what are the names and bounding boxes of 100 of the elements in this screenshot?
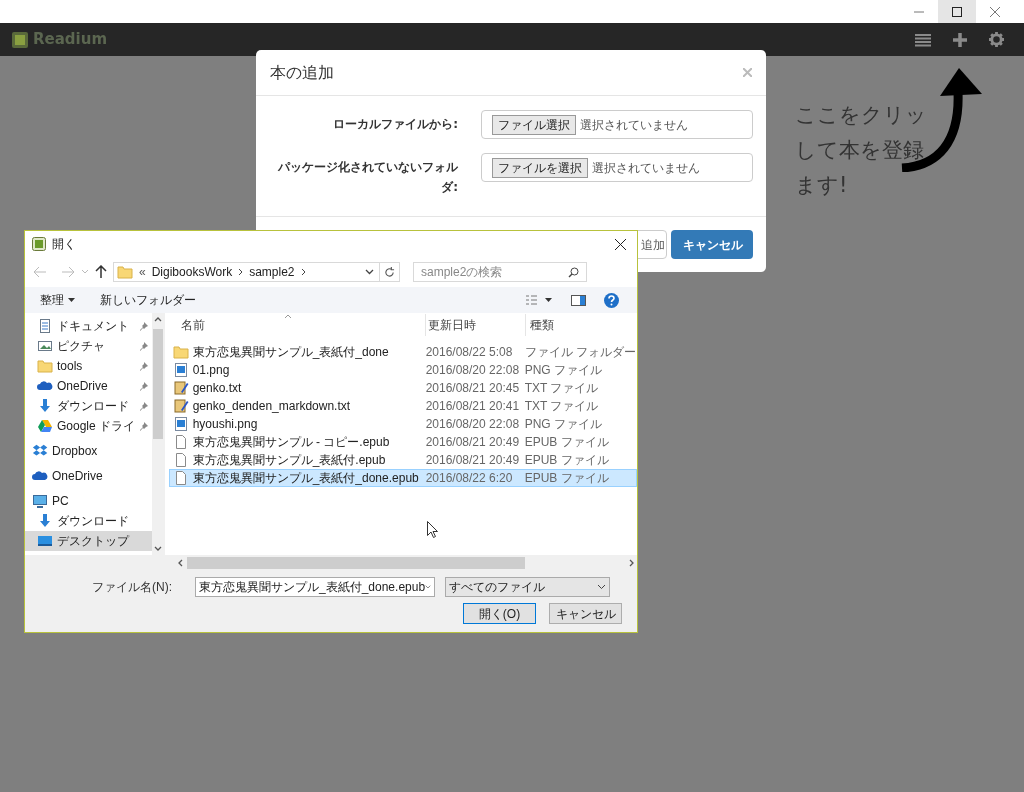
download-icon [37, 513, 53, 529]
file-name: genko_denden_markdown.txt [192, 398, 351, 415]
refresh-icon[interactable] [384, 266, 395, 278]
dropbox-icon [32, 443, 48, 459]
path-prefix: « [139, 264, 146, 281]
file-row[interactable]: 東方恋鬼異聞サンプル - コピー.epub 2016/08/21 20:49 EPUB ファイル [168, 433, 637, 451]
nav-item[interactable]: Google ドライ [25, 416, 152, 436]
horizontal-scrollbar[interactable] [175, 555, 637, 570]
file-date: 2016/08/22 6:20 [425, 470, 514, 487]
nav-item-label: Dropbox [52, 443, 98, 460]
scroll-up-icon[interactable] [154, 317, 163, 322]
file-row[interactable]: 01.png 2016/08/20 22:08 PNG ファイル [168, 361, 637, 379]
maximize-button[interactable] [938, 0, 976, 23]
chevron-down-icon [597, 584, 606, 590]
close-button[interactable] [615, 238, 626, 250]
chevron-right-icon[interactable] [238, 268, 244, 276]
file-type-dropdown[interactable]: すべてのファイル [445, 577, 610, 597]
help-icon[interactable] [604, 292, 619, 308]
annotation-text: して本を登録 [795, 137, 925, 164]
nav-item-label: Google ドライ [57, 418, 136, 435]
pin-icon[interactable] [138, 401, 149, 411]
close-icon [615, 238, 626, 250]
nav-item[interactable]: Dropbox [25, 441, 152, 461]
preview-pane-icon[interactable] [571, 294, 586, 306]
document-icon [37, 318, 53, 334]
column-header[interactable]: 更新日時 [424, 314, 525, 336]
cancel-button[interactable]: キャンセル [549, 603, 622, 624]
scroll-right-icon[interactable] [629, 558, 634, 567]
breadcrumb-link[interactable]: DigibooksWork [151, 263, 233, 281]
chevron-down-icon[interactable] [365, 269, 374, 275]
pin-icon[interactable] [138, 321, 149, 331]
open-button[interactable]: 開く(O) [463, 603, 536, 624]
pin-icon[interactable] [139, 421, 150, 431]
file-type: ファイル フォルダー [524, 344, 636, 361]
plus-icon[interactable] [953, 32, 967, 47]
file-name-value: 東方恋鬼異聞サンプル_表紙付_done.epub [199, 579, 426, 596]
nav-item-label: ドキュメント [57, 318, 129, 335]
nav-item[interactable]: OneDrive [25, 466, 152, 486]
new-folder-button[interactable]: 新しいフォルダー [100, 291, 196, 309]
list-icon[interactable] [915, 32, 931, 47]
modal-title: 本の追加 [270, 61, 334, 84]
nav-item-label: OneDrive [57, 378, 108, 395]
file-name: 東方恋鬼異聞サンプル_表紙付_done.epub [192, 470, 419, 487]
annotation-text: ここをクリッ [795, 102, 927, 129]
file-type: PNG ファイル [524, 362, 602, 379]
file-name: 東方恋鬼異聞サンプル - コピー.epub [192, 434, 390, 451]
breadcrumb-link[interactable]: sample2 [249, 263, 295, 281]
file-type: TXT ファイル [524, 398, 599, 415]
organize-menu[interactable]: 整理 [40, 291, 75, 309]
search-field[interactable]: sample2の検索 [413, 262, 587, 282]
up-arrow-icon[interactable] [95, 265, 107, 279]
file-row[interactable]: 東方恋鬼異聞サンプル_表紙付_done 2016/08/22 5:08 ファイル フォルダー [168, 343, 637, 361]
nav-item[interactable]: ダウンロード [25, 511, 152, 531]
file-date: 2016/08/21 20:49 [425, 452, 521, 469]
mouse-cursor-icon [426, 521, 438, 538]
pin-icon[interactable] [138, 361, 149, 371]
file-row[interactable]: 東方恋鬼異聞サンプル_表紙付.epub 2016/08/21 20:49 EPUB ファイル [168, 451, 637, 469]
file-input-field[interactable]: ファイル選択 選択されていません [481, 110, 753, 139]
file-type-filter: すべてのファイル [449, 579, 545, 596]
nav-item[interactable]: デスクトップ [25, 531, 152, 551]
search-placeholder: sample2の検索 [421, 264, 503, 281]
settings-icon[interactable] [989, 32, 1004, 47]
file-type: EPUB ファイル [524, 434, 609, 451]
file-row[interactable]: hyoushi.png 2016/08/20 22:08 PNG ファイル [168, 415, 637, 433]
scrollbar-thumb[interactable] [187, 556, 525, 569]
field-label: ローカルファイルから: [332, 116, 458, 133]
scroll-left-icon[interactable] [178, 558, 183, 567]
file-name-field[interactable]: 東方恋鬼異聞サンプル_表紙付_done.epub [195, 577, 435, 597]
column-header[interactable]: 名前 [172, 314, 425, 336]
file-row[interactable]: genko_denden_markdown.txt 2016/08/21 20:41 TXT ファイル [168, 397, 637, 415]
nav-item[interactable]: OneDrive [25, 376, 152, 396]
vertical-scrollbar[interactable] [151, 313, 165, 555]
scroll-down-icon[interactable] [154, 546, 163, 551]
file-date: 2016/08/21 20:49 [425, 434, 521, 451]
cancel-button[interactable]: キャンセル [671, 230, 753, 259]
file-row[interactable]: 東方恋鬼異聞サンプル_表紙付_done.epub 2016/08/22 6:20 EPUB ファイル [168, 469, 637, 487]
chevron-right-icon[interactable] [300, 268, 306, 276]
nav-item[interactable]: ダウンロード [25, 396, 152, 416]
file-date: 2016/08/22 5:08 [425, 344, 514, 361]
address-bar[interactable]: « DigibooksWork sample2 [113, 262, 400, 282]
pin-icon[interactable] [138, 381, 149, 391]
nav-item[interactable]: ドキュメント [25, 316, 152, 336]
file-input-field[interactable]: ファイルを選択 選択されていません [481, 153, 753, 182]
choose-file-button[interactable]: ファイルを選択 [492, 157, 588, 178]
scrollbar-thumb[interactable] [153, 329, 164, 439]
file-row[interactable]: genko.txt 2016/08/21 20:45 TXT ファイル [168, 379, 637, 397]
nav-item[interactable]: PC [25, 491, 152, 511]
file-status-text: 選択されていません [580, 116, 688, 134]
view-options-icon[interactable] [525, 295, 553, 305]
sort-caret-icon [283, 314, 292, 319]
file-name: 東方恋鬼異聞サンプル_表紙付.epub [192, 452, 386, 469]
file-name: hyoushi.png [192, 416, 258, 433]
choose-file-button[interactable]: ファイル選択 [492, 114, 576, 135]
nav-item[interactable]: ピクチャ [25, 336, 152, 356]
nav-item-label: tools [57, 358, 83, 375]
pin-icon[interactable] [138, 341, 149, 351]
nav-item[interactable]: tools [25, 356, 152, 376]
file-name: 01.png [192, 362, 230, 379]
maximize-icon [952, 6, 962, 17]
column-header[interactable]: 種類 [524, 314, 637, 336]
